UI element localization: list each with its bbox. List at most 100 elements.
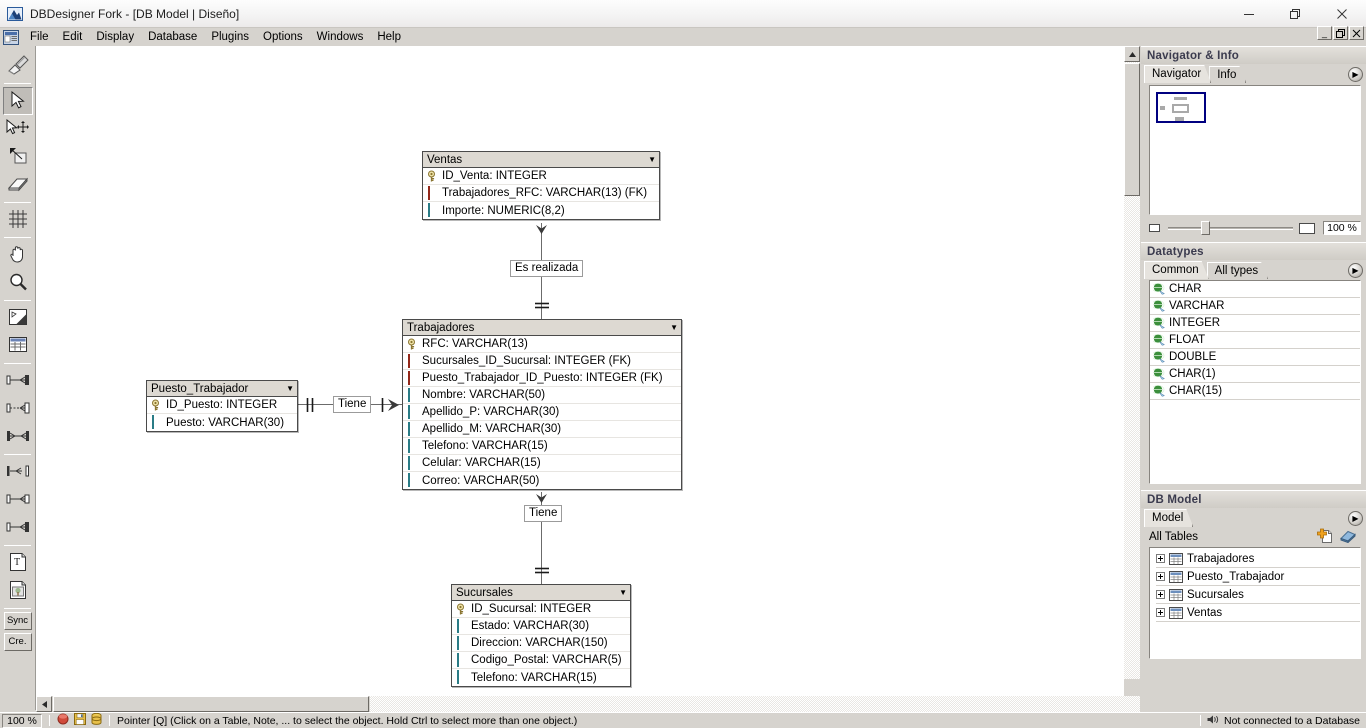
mdi-restore-button[interactable] xyxy=(1333,26,1348,40)
close-button[interactable] xyxy=(1318,0,1366,28)
er-field-row[interactable]: Sucursales_ID_Sucursal: INTEGER (FK) xyxy=(403,353,681,370)
vertical-scroll-thumb[interactable] xyxy=(1124,63,1140,196)
expand-plus-icon[interactable] xyxy=(1156,572,1165,581)
tool-pointer[interactable] xyxy=(2,87,33,115)
tree-item-trabajadores[interactable]: Trabajadores xyxy=(1156,550,1360,568)
er-table-header[interactable]: Puesto_Trabajador ▼ xyxy=(147,381,297,397)
er-field-row[interactable]: Puesto: VARCHAR(30) xyxy=(147,414,297,431)
er-field-row[interactable]: Puesto_Trabajador_ID_Puesto: INTEGER (FK… xyxy=(403,370,681,387)
dbmodel-panel-expand-icon[interactable]: ▶ xyxy=(1348,511,1363,526)
tool-grid[interactable] xyxy=(3,206,33,234)
tool-zoom[interactable] xyxy=(3,269,33,297)
er-field-row[interactable]: Telefono: VARCHAR(15) xyxy=(452,669,630,686)
menu-item-options[interactable]: Options xyxy=(256,30,310,44)
expand-plus-icon[interactable] xyxy=(1156,590,1165,599)
er-field-row[interactable]: Telefono: VARCHAR(15) xyxy=(403,438,681,455)
chevron-down-icon[interactable]: ▼ xyxy=(286,384,294,393)
edit-table-icon[interactable] xyxy=(1339,529,1357,546)
er-field-row[interactable]: Apellido_P: VARCHAR(30) xyxy=(403,404,681,421)
er-table-header[interactable]: Trabajadores ▼ xyxy=(403,320,681,336)
tab-model[interactable]: Model xyxy=(1144,509,1193,527)
database-icon[interactable] xyxy=(91,712,102,728)
zoom-slider[interactable] xyxy=(1168,221,1293,235)
tree-item-sucursales[interactable]: Sucursales xyxy=(1156,586,1360,604)
mdi-minimize-button[interactable]: _ xyxy=(1317,26,1332,40)
tab-navigator[interactable]: Navigator xyxy=(1144,65,1211,83)
relation-label-es-realizada[interactable]: Es realizada xyxy=(510,260,584,277)
save-icon[interactable] xyxy=(74,713,86,728)
er-field-row[interactable]: RFC: VARCHAR(13) xyxy=(403,336,681,353)
er-field-row[interactable]: Codigo_Postal: VARCHAR(5) xyxy=(452,652,630,669)
er-field-row[interactable]: Nombre: VARCHAR(50) xyxy=(403,387,681,404)
datatype-item-float[interactable]: FLOAT xyxy=(1150,332,1360,349)
scroll-left-button[interactable] xyxy=(36,696,52,712)
navigator-thumbnail[interactable] xyxy=(1149,85,1361,215)
er-field-row[interactable]: Correo: VARCHAR(50) xyxy=(403,472,681,489)
minimize-button[interactable] xyxy=(1226,0,1272,28)
er-field-row[interactable]: ID_Puesto: INTEGER xyxy=(147,397,297,414)
record-icon[interactable] xyxy=(57,713,69,728)
tool-move[interactable] xyxy=(3,115,33,143)
tree-item-ventas[interactable]: Ventas xyxy=(1156,604,1360,622)
er-table-header[interactable]: Ventas ▼ xyxy=(423,152,659,168)
horizontal-scroll-track[interactable] xyxy=(370,696,1140,712)
er-field-row[interactable]: Estado: VARCHAR(30) xyxy=(452,618,630,635)
tool-new-table[interactable] xyxy=(3,332,33,360)
chevron-down-icon[interactable]: ▼ xyxy=(619,588,627,597)
mdi-document-icon[interactable] xyxy=(3,29,19,45)
diagram-canvas[interactable]: Es realizada Tiene Tiene Ventas ▼ ID_Ven… xyxy=(36,46,1140,696)
tool-relation-1n-nonident[interactable] xyxy=(3,486,33,514)
status-zoom-value[interactable]: 100 % xyxy=(2,713,42,728)
chevron-down-icon[interactable]: ▼ xyxy=(670,323,678,332)
tool-relation-1n-nonident-opt[interactable] xyxy=(3,514,33,542)
er-field-row[interactable]: Importe: NUMERIC(8,2) xyxy=(423,202,659,219)
er-field-row[interactable]: Celular: VARCHAR(15) xyxy=(403,455,681,472)
tool-relation-11[interactable] xyxy=(3,458,33,486)
scroll-up-button[interactable] xyxy=(1124,46,1140,62)
menu-item-windows[interactable]: Windows xyxy=(310,30,371,44)
datatype-item-double[interactable]: DOUBLE xyxy=(1150,349,1360,366)
tab-info[interactable]: Info xyxy=(1209,66,1246,83)
er-field-row[interactable]: Trabajadores_RFC: VARCHAR(13) (FK) xyxy=(423,185,659,202)
tool-delete[interactable] xyxy=(3,171,33,199)
tool-region[interactable] xyxy=(3,304,33,332)
relation-label-tiene-puesto[interactable]: Tiene xyxy=(333,396,372,413)
er-field-row[interactable]: ID_Sucursal: INTEGER xyxy=(452,601,630,618)
tool-resize[interactable] xyxy=(3,143,33,171)
er-field-row[interactable]: ID_Venta: INTEGER xyxy=(423,168,659,185)
datatype-item-varchar[interactable]: VARCHAR xyxy=(1150,298,1360,315)
expand-plus-icon[interactable] xyxy=(1156,554,1165,563)
maximize-restore-button[interactable] xyxy=(1272,0,1318,28)
tool-note[interactable]: T xyxy=(3,549,33,577)
zoom-in-icon[interactable] xyxy=(1299,222,1315,234)
expand-plus-icon[interactable] xyxy=(1156,608,1165,617)
tool-hand[interactable] xyxy=(3,241,33,269)
er-field-row[interactable]: Direccion: VARCHAR(150) xyxy=(452,635,630,652)
horizontal-scroll-thumb[interactable] xyxy=(53,696,369,712)
tool-relation-nm[interactable] xyxy=(3,423,33,451)
tool-image[interactable] xyxy=(3,577,33,605)
er-table-header[interactable]: Sucursales ▼ xyxy=(452,585,630,601)
er-table-trabajadores[interactable]: Trabajadores ▼ RFC: VARCHAR(13) Sucursal… xyxy=(402,319,682,490)
datatype-item-char1[interactable]: CHAR(1) xyxy=(1150,366,1360,383)
tab-all-types[interactable]: All types xyxy=(1207,262,1268,279)
datatype-item-integer[interactable]: INTEGER xyxy=(1150,315,1360,332)
canvas-horizontal-scrollbar[interactable] xyxy=(36,696,1140,712)
menu-item-edit[interactable]: Edit xyxy=(56,30,90,44)
create-button[interactable]: Cre. xyxy=(3,633,32,651)
tab-common[interactable]: Common xyxy=(1144,261,1209,279)
menu-item-plugins[interactable]: Plugins xyxy=(204,30,256,44)
navigator-viewport-rect[interactable] xyxy=(1156,92,1206,123)
menu-item-help[interactable]: Help xyxy=(370,30,408,44)
add-table-icon[interactable] xyxy=(1317,528,1333,546)
chevron-down-icon[interactable]: ▼ xyxy=(648,155,656,164)
mdi-close-button[interactable] xyxy=(1349,26,1364,40)
menu-item-database[interactable]: Database xyxy=(141,30,204,44)
tool-relation-1n-optional[interactable] xyxy=(3,395,33,423)
datatype-item-char15[interactable]: CHAR(15) xyxy=(1150,383,1360,400)
er-table-ventas[interactable]: Ventas ▼ ID_Venta: INTEGER Trabajadores_… xyxy=(422,151,660,220)
zoom-out-icon[interactable] xyxy=(1149,224,1160,232)
dbmodel-tree[interactable]: Trabajadores Puesto_Trabajador Sucursale… xyxy=(1149,547,1361,659)
menu-item-file[interactable]: File xyxy=(23,30,56,44)
menu-item-display[interactable]: Display xyxy=(89,30,141,44)
